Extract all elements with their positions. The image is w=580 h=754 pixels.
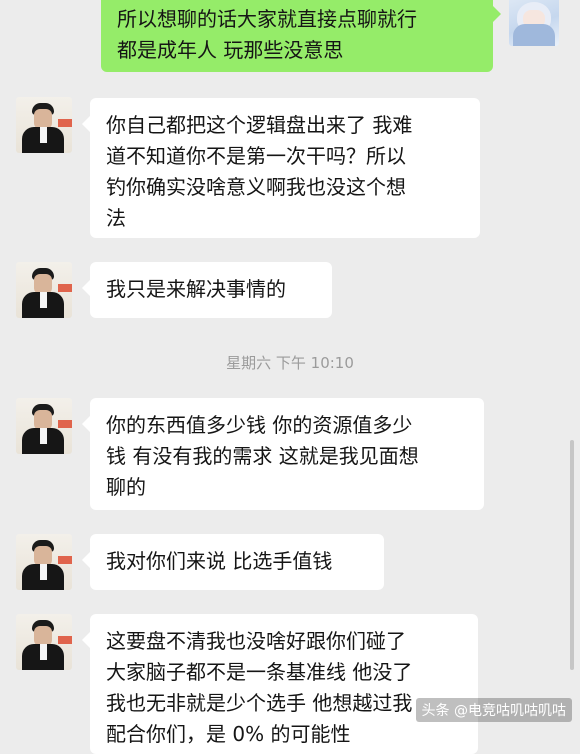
message-line: 我只是来解决事情的 <box>106 277 286 301</box>
message-line: 配合你们，是 0% 的可能性 <box>106 722 351 746</box>
contact-avatar[interactable] <box>16 398 72 454</box>
scrollbar[interactable] <box>570 440 574 670</box>
contact-avatar[interactable] <box>16 262 72 318</box>
message-line: 你自己都把这个逻辑盘出来了 我难 <box>106 113 413 137</box>
message-bubble-other[interactable]: 你自己都把这个逻辑盘出来了 我难 道不知道你不是第一次干吗？所以 钓你确实没啥意… <box>82 98 480 238</box>
message-line: 钓你确实没啥意义啊我也没这个想 <box>106 175 406 199</box>
watermark: 头条 @电竞咕叽咕叽咕 <box>415 698 572 722</box>
contact-avatar[interactable] <box>16 614 72 670</box>
message-line: 所以想聊的话大家就直接点聊就行 <box>117 7 417 31</box>
contact-avatar[interactable] <box>16 534 72 590</box>
message-line: 我对你们来说 比选手值钱 <box>106 549 333 573</box>
chat-timestamp: 星期六 下午 10:10 <box>226 354 354 372</box>
message-bubble-self[interactable]: 所以想聊的话大家就直接点聊就行 都是成年人 玩那些没意思 <box>101 0 501 72</box>
message-bubble-other[interactable]: 我只是来解决事情的 <box>82 262 332 318</box>
self-avatar[interactable] <box>509 0 559 46</box>
message-line: 我也无非就是少个选手 他想越过我 <box>106 691 413 715</box>
message-line: 都是成年人 玩那些没意思 <box>117 38 344 62</box>
message-line: 这要盘不清我也没啥好跟你们碰了 <box>106 629 406 653</box>
message-line: 聊的 <box>106 475 146 499</box>
message-line: 大家脑子都不是一条基准线 他没了 <box>106 660 413 684</box>
message-bubble-other[interactable]: 我对你们来说 比选手值钱 <box>82 534 384 590</box>
message-bubble-other[interactable]: 你的东西值多少钱 你的资源值多少 钱 有没有我的需求 这就是我见面想 聊的 <box>82 398 484 510</box>
message-line: 钱 有没有我的需求 这就是我见面想 <box>106 444 419 468</box>
contact-avatar[interactable] <box>16 97 72 153</box>
message-line: 法 <box>106 206 126 230</box>
message-bubble-other[interactable]: 这要盘不清我也没啥好跟你们碰了 大家脑子都不是一条基准线 他没了 我也无非就是少… <box>82 614 478 754</box>
message-line: 你的东西值多少钱 你的资源值多少 <box>106 413 413 437</box>
message-line: 道不知道你不是第一次干吗？所以 <box>106 144 406 168</box>
